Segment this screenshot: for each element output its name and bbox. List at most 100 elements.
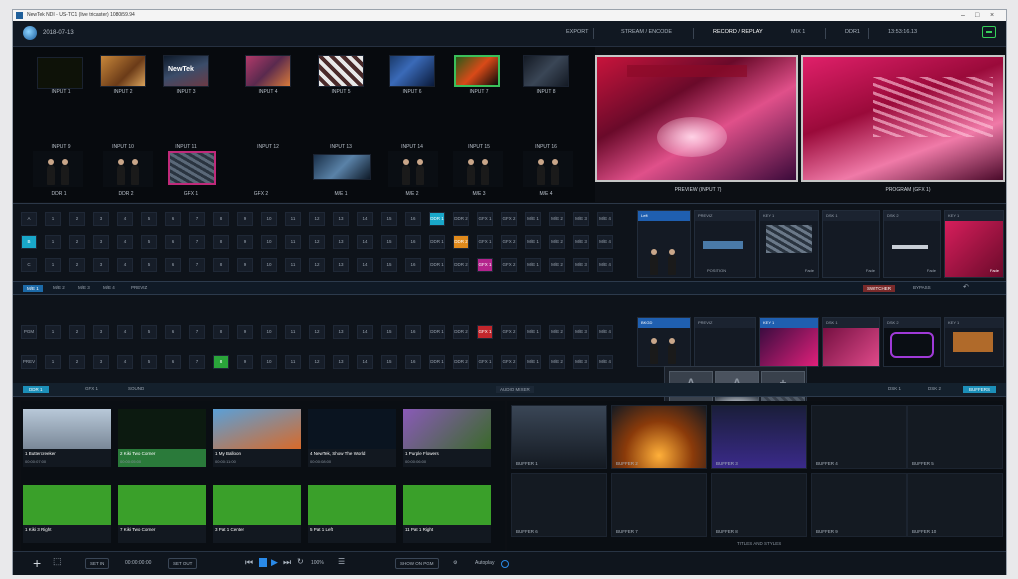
set-in-button[interactable]: SET IN [85,558,110,569]
source-button[interactable]: 5 [141,258,157,272]
key1-slot[interactable]: KEY 1 [759,317,819,367]
input-thumb[interactable] [168,151,216,185]
source-button[interactable]: 11 [285,235,301,249]
source-button[interactable]: 2 [69,325,85,339]
previz-slot[interactable]: PREVIZ POSITION [694,210,756,278]
source-button[interactable]: 12 [309,235,325,249]
source-button[interactable]: DDR 1 [429,355,445,369]
source-button[interactable]: 14 [357,355,373,369]
media-clip[interactable]: 2 Kiki Two Corner 00:00:05:00 [118,409,206,467]
tab-previz[interactable]: PREVIZ [131,285,147,290]
minimize-icon[interactable]: – [961,10,965,21]
input-thumb[interactable] [523,55,569,87]
source-button[interactable]: 10 [261,212,277,226]
source-button[interactable]: 8 [213,355,229,369]
source-button[interactable]: 8 [213,258,229,272]
source-button[interactable]: 3 [93,355,109,369]
source-button[interactable]: M/E 4 [597,325,613,339]
source-button[interactable]: 9 [237,325,253,339]
source-button[interactable]: 11 [285,355,301,369]
source-button[interactable]: PREV [21,355,37,369]
switcher-button[interactable]: SWITCHER [863,285,895,292]
key-slot[interactable]: KEY 1 Fade [944,210,1004,278]
mix-output-selector[interactable]: MIX 1 [791,29,805,35]
source-button[interactable]: 1 [45,258,61,272]
source-button[interactable]: 15 [381,212,397,226]
source-button[interactable]: 13 [333,258,349,272]
source-button[interactable]: M/E 4 [597,235,613,249]
source-button[interactable]: M/E 1 [525,355,541,369]
source-button[interactable]: M/E 3 [573,258,589,272]
source-button[interactable]: M/E 2 [549,355,565,369]
source-button[interactable]: A [21,212,37,226]
source-button[interactable]: C [21,258,37,272]
source-button[interactable]: DDR 1 [429,235,445,249]
source-button[interactable]: 4 [117,355,133,369]
source-button[interactable]: 5 [141,325,157,339]
media-clip[interactable]: 1 Purple Flowers 00:00:06:00 [403,409,491,467]
input-thumb[interactable] [389,55,435,87]
source-button[interactable]: M/E 1 [525,325,541,339]
buffer-slot[interactable]: BUFFER 7 [611,473,707,537]
tab-ddr1[interactable]: DDR 1 [23,386,49,393]
media-clip[interactable]: 11 Pat 1 Right [403,485,491,543]
skip-forward-icon[interactable]: ⏭ [283,557,291,568]
source-button[interactable]: 6 [165,212,181,226]
source-button[interactable]: 2 [69,235,85,249]
source-button[interactable]: 6 [165,325,181,339]
source-button[interactable]: 5 [141,355,157,369]
input-thumb[interactable] [453,151,503,187]
source-button[interactable]: 15 [381,325,397,339]
source-button[interactable]: GFX 2 [501,212,517,226]
source-button[interactable]: M/E 3 [573,355,589,369]
source-button[interactable]: 12 [309,212,325,226]
buffer-slot[interactable]: BUFFER 8 [711,473,807,537]
source-button[interactable]: 6 [165,235,181,249]
tab-dsk1[interactable]: DSK 1 [888,386,901,391]
source-button[interactable]: 6 [165,355,181,369]
source-button[interactable]: M/E 3 [573,325,589,339]
source-button[interactable]: 13 [333,325,349,339]
source-button[interactable]: 6 [165,258,181,272]
tab-me3[interactable]: M/E 3 [78,285,90,290]
source-button[interactable]: DDR 2 [453,325,469,339]
source-button[interactable]: 11 [285,212,301,226]
input-thumb-preview[interactable] [454,55,500,87]
source-button[interactable]: GFX 2 [501,235,517,249]
source-button[interactable]: 12 [309,258,325,272]
source-button[interactable]: 7 [189,235,205,249]
source-button[interactable]: DDR 1 [429,325,445,339]
source-button[interactable]: 3 [93,258,109,272]
tab-sound[interactable]: SOUND [128,386,144,391]
source-button[interactable]: 1 [45,325,61,339]
record-replay-button[interactable]: RECORD / REPLAY [713,29,763,35]
play-icon[interactable]: ▶ [271,557,278,568]
source-button[interactable]: 7 [189,355,205,369]
source-button[interactable]: 14 [357,235,373,249]
add-icon[interactable]: + [33,555,41,571]
source-button[interactable]: GFX 1 [477,212,493,226]
source-button[interactable]: 3 [93,212,109,226]
source-button[interactable]: DDR 1 [429,212,445,226]
media-clip[interactable]: 1 Kiki 3 Right [23,485,111,543]
source-button[interactable]: 12 [309,325,325,339]
tab-me1[interactable]: M/E 1 [23,285,43,292]
input-thumb[interactable] [523,151,573,187]
media-clip[interactable]: 5 Pat 1 Left [308,485,396,543]
autoplay-toggle[interactable] [501,560,509,568]
source-button[interactable]: DDR 2 [453,355,469,369]
input-thumb[interactable]: NewTek [163,55,209,87]
tab-gfx1[interactable]: GFX 1 [85,386,98,391]
tab-audio-mixer[interactable]: AUDIO MIXER [496,386,534,393]
input-thumb[interactable] [388,151,438,187]
undo-icon[interactable]: ↶ [963,283,969,291]
source-button[interactable]: 2 [69,212,85,226]
source-button[interactable]: 9 [237,212,253,226]
source-button[interactable]: M/E 2 [549,212,565,226]
stream-encode-button[interactable]: STREAM / ENCODE [621,29,672,35]
show-on-pgm-button[interactable]: SHOW ON PGM [395,558,439,569]
source-button[interactable]: 1 [45,235,61,249]
source-button[interactable]: GFX 1 [477,355,493,369]
previz-slot[interactable]: PREVIZ [694,317,756,367]
source-button[interactable]: 8 [213,235,229,249]
